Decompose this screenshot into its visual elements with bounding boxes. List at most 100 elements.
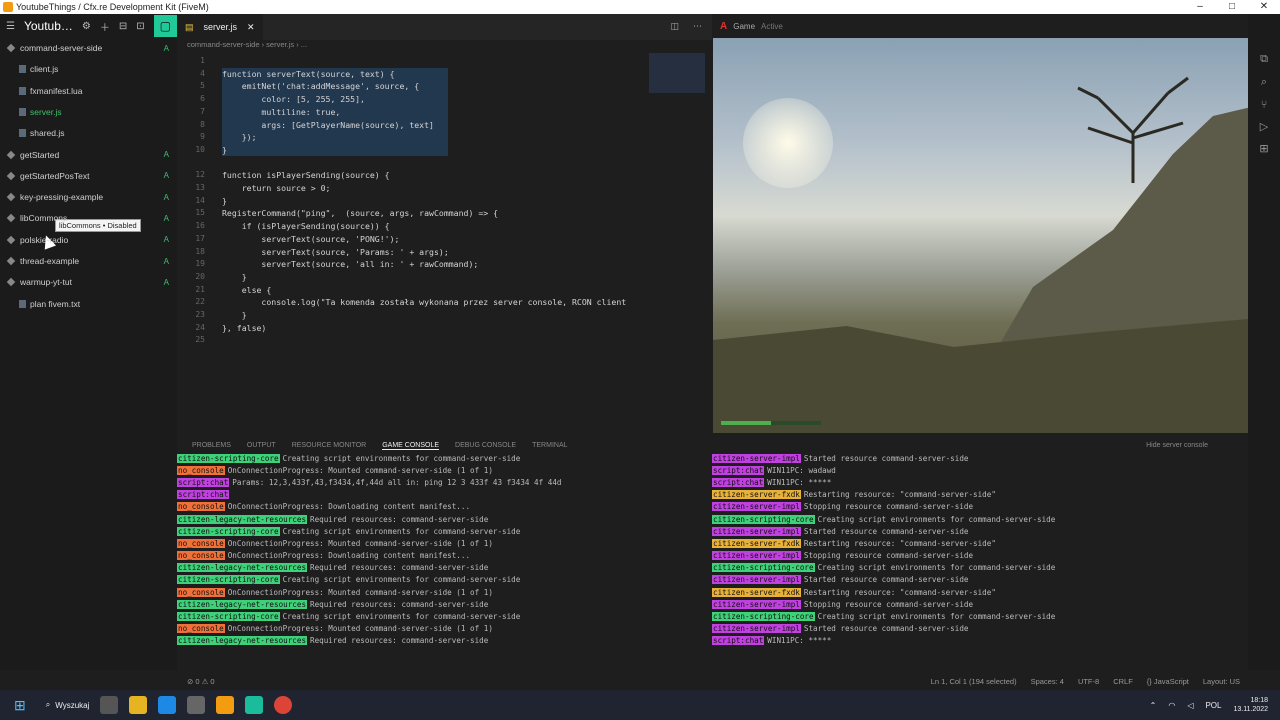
close-tab-icon[interactable]: ✕: [247, 22, 255, 33]
sidebar-item[interactable]: getStartedPosText A: [0, 166, 177, 186]
code-line[interactable]: }: [222, 145, 227, 155]
more-icon[interactable]: ⋯: [693, 22, 702, 32]
code-line[interactable]: serverText(source, 'all in: ' + rawComma…: [222, 259, 478, 269]
edge-icon[interactable]: [158, 696, 177, 714]
code-line[interactable]: if (isPlayerSending(source)) {: [222, 221, 390, 231]
extensions-icon[interactable]: ⊞: [1259, 142, 1268, 155]
log-channel-tag: no_console: [177, 587, 225, 597]
collapse-icon[interactable]: ⊟: [119, 21, 127, 32]
tab-server-js[interactable]: ▤ server.js ✕: [177, 14, 263, 40]
indentation[interactable]: Spaces: 4: [1031, 677, 1064, 686]
sidebar-item[interactable]: thread-example A: [0, 251, 177, 271]
panel-tab[interactable]: GAME CONSOLE: [382, 442, 440, 450]
sidebar-item[interactable]: warmup-yt-tut A: [0, 272, 177, 292]
windows-start-icon[interactable]: ⊞: [14, 697, 26, 714]
code-line[interactable]: serverText(source, 'Params: ' + args);: [222, 247, 448, 257]
log-message: Creating script environments for command…: [282, 612, 521, 622]
log-message: OnConnectionProgress: Mounted command-se…: [227, 538, 493, 548]
hide-server-console-button[interactable]: Hide server console: [1146, 442, 1208, 449]
code-line[interactable]: return source > 0;: [222, 183, 331, 193]
file-explorer-icon[interactable]: [129, 696, 148, 714]
wifi-icon[interactable]: ◠: [1168, 701, 1175, 710]
code-line[interactable]: }, false): [222, 323, 266, 333]
sidebar-item[interactable]: plan fivem.txt: [0, 294, 177, 314]
code-line[interactable]: RegisterCommand("ping", (source, args, r…: [222, 208, 498, 218]
minimize-button[interactable]: –: [1184, 0, 1216, 14]
code-line[interactable]: }: [222, 310, 247, 320]
console-line: citizen-server-fxdk Restarting resource: …: [712, 489, 1248, 501]
add-icon[interactable]: ＋: [100, 19, 110, 34]
keyboard-layout[interactable]: Layout: US: [1203, 677, 1240, 686]
game-status: Active: [761, 21, 783, 31]
language-mode[interactable]: {} JavaScript: [1147, 677, 1189, 686]
fivem-taskbar-icon[interactable]: [216, 696, 235, 714]
store-icon[interactable]: [187, 696, 206, 714]
log-message: OnConnectionProgress: Downloading conten…: [227, 502, 471, 512]
breadcrumb[interactable]: command-server-side › server.js › ...: [177, 40, 712, 53]
menu-icon[interactable]: ☰: [6, 21, 15, 32]
sun: [743, 98, 833, 188]
code-line[interactable]: args: [GetPlayerName(source), text]: [222, 120, 434, 130]
code-line[interactable]: });: [222, 132, 257, 142]
log-channel-tag: citizen-server-impl: [712, 526, 801, 536]
run-icon[interactable]: ▷: [1260, 120, 1268, 133]
sidebar-item[interactable]: polskie-radio A: [0, 230, 177, 250]
code-line[interactable]: serverText(source, 'PONG!');: [222, 234, 399, 244]
sidebar-item[interactable]: fxmanifest.lua: [0, 81, 177, 101]
panel-tab[interactable]: OUTPUT: [247, 442, 276, 449]
sidebar-item-label: thread-example: [20, 256, 80, 266]
console-line: no_console OnConnectionProgress: Download…: [177, 550, 697, 562]
panel-tab[interactable]: TERMINAL: [532, 442, 567, 449]
close-button[interactable]: ✕: [1248, 0, 1280, 14]
language-indicator[interactable]: POL: [1205, 701, 1221, 710]
chrome-icon[interactable]: [274, 696, 293, 714]
game-console[interactable]: citizen-server-impl Started resource comm…: [712, 452, 1248, 662]
sidebar-item[interactable]: libCommons A: [0, 208, 177, 228]
save-icon[interactable]: ⊡: [136, 21, 144, 32]
panel-tab[interactable]: DEBUG CONSOLE: [455, 442, 516, 449]
code-line[interactable]: color: [5, 255, 255],: [222, 94, 365, 104]
console-line: citizen-server-impl Started resource comm…: [712, 525, 1248, 537]
new-resource-button[interactable]: ▢: [153, 15, 177, 37]
game-viewport[interactable]: [713, 38, 1248, 433]
encoding[interactable]: UTF-8: [1078, 677, 1099, 686]
sidebar-item[interactable]: client.js: [0, 59, 177, 79]
source-control-icon[interactable]: ⑂: [1261, 98, 1268, 111]
tray-arrow-icon[interactable]: ⌃: [1150, 701, 1157, 710]
log-message: Started resource command-server-side: [803, 526, 969, 536]
sidebar-item[interactable]: command-server-side A: [0, 38, 177, 58]
code-line[interactable]: else {: [222, 285, 272, 295]
clock[interactable]: 18:18 13.11.2022: [1233, 696, 1268, 714]
line-number: 17: [195, 233, 205, 243]
cursor-position[interactable]: Ln 1, Col 1 (194 selected): [931, 677, 1017, 686]
code-line[interactable]: console.log("Ta komenda została wykonana…: [222, 297, 626, 307]
code-line[interactable]: }: [222, 196, 227, 206]
settings-icon[interactable]: ⚙: [82, 21, 91, 32]
sidebar-item[interactable]: key-pressing-example A: [0, 187, 177, 207]
code-line[interactable]: function isPlayerSending(source) {: [222, 170, 390, 180]
code-line[interactable]: multiline: true,: [222, 107, 340, 117]
server-console[interactable]: citizen-scripting-core Creating script en…: [177, 452, 697, 662]
sidebar-item[interactable]: shared.js: [0, 123, 177, 143]
code-line[interactable]: }: [222, 272, 247, 282]
maximize-button[interactable]: □: [1216, 0, 1248, 14]
task-view-icon[interactable]: [100, 696, 119, 714]
code-line[interactable]: function serverText(source, text) {: [222, 69, 395, 79]
search-icon[interactable]: ⌕: [1261, 75, 1267, 89]
project-name[interactable]: Youtub…: [24, 19, 73, 33]
line-number: 4: [200, 68, 205, 78]
layers-icon[interactable]: ⧉: [1260, 52, 1268, 66]
sidebar-item[interactable]: getStarted A: [0, 145, 177, 165]
console-line: script:chat Params: 12,3,433f,43,f3434,4f…: [177, 476, 697, 488]
line-ending[interactable]: CRLF: [1113, 677, 1133, 686]
panel-tab[interactable]: PROBLEMS: [192, 442, 231, 449]
minimap[interactable]: [649, 53, 705, 93]
volume-icon[interactable]: ◁: [1187, 701, 1193, 710]
panel-tab[interactable]: RESOURCE MONITOR: [292, 442, 367, 449]
split-editor-icon[interactable]: ◫: [670, 22, 679, 32]
sidebar-item[interactable]: server.js: [0, 102, 177, 122]
problems-count[interactable]: ⊘ 0 ⚠ 0: [187, 677, 215, 686]
taskbar-search[interactable]: ⌕ Wyszukaj: [46, 700, 90, 710]
fxdk-taskbar-icon[interactable]: [245, 696, 264, 714]
code-line[interactable]: emitNet('chat:addMessage', source, {: [222, 81, 419, 91]
